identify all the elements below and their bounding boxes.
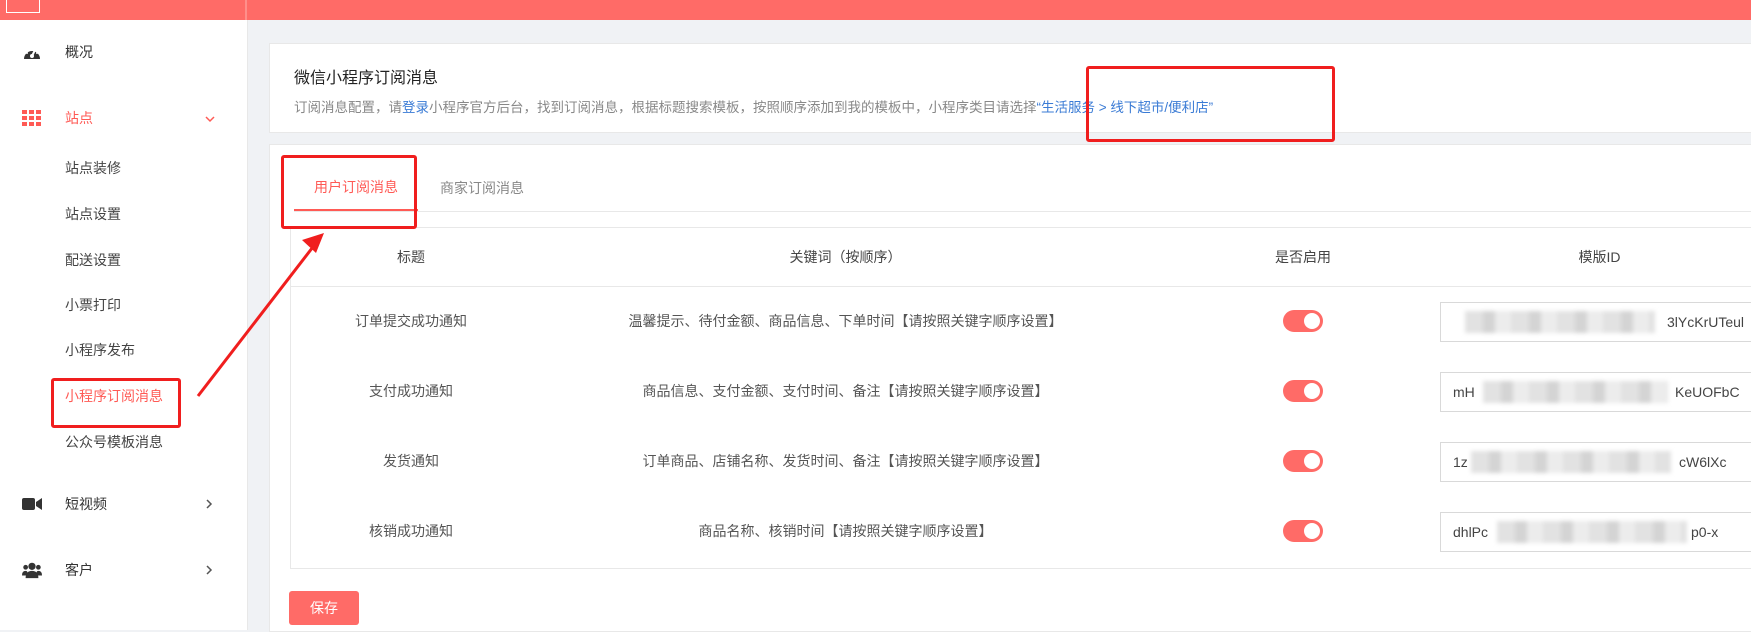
- row-keywords: 商品名称、核销时间【请按照关键字顺序设置】: [698, 523, 993, 539]
- row-title: 订单提交成功通知: [355, 313, 467, 329]
- chevron-right-icon: [205, 496, 213, 512]
- row-title: 发货通知: [383, 453, 439, 469]
- header-keywords: 关键词（按顺序）: [789, 249, 902, 265]
- table-row: 核销成功通知 商品名称、核销时间【请按照关键字顺序设置】 dhlPc p0-x: [291, 496, 1751, 566]
- top-header-bar: [0, 0, 1751, 20]
- table-row: 支付成功通知 商品信息、支付金额、支付时间、备注【请按照关键字顺序设置】 mH …: [291, 356, 1751, 426]
- template-id-input[interactable]: 3lYcKrUTeul: [1440, 302, 1751, 342]
- template-id-suffix: KeUOFbC: [1675, 384, 1740, 400]
- sidebar-item-label: 短视频: [65, 496, 107, 512]
- enable-toggle[interactable]: [1283, 310, 1323, 332]
- page-title: 微信小程序订阅消息: [294, 70, 439, 87]
- sidebar-subitem-miniapp-publish[interactable]: 小程序发布: [0, 334, 247, 366]
- tab-merchant-subscription[interactable]: 商家订阅消息: [432, 165, 532, 211]
- sidebar-item-label: 站点: [65, 110, 93, 126]
- row-keywords: 温馨提示、待付金额、商品信息、下单时间【请按照关键字顺序设置】: [628, 313, 1063, 329]
- table-row: 订单提交成功通知 温馨提示、待付金额、商品信息、下单时间【请按照关键字顺序设置】…: [291, 286, 1751, 356]
- sidebar-subitem-official-template[interactable]: 公众号模板消息: [0, 426, 247, 458]
- enable-toggle[interactable]: [1283, 450, 1323, 472]
- enable-toggle[interactable]: [1283, 380, 1323, 402]
- grid-icon: [22, 108, 42, 128]
- sidebar-subitem-site-settings[interactable]: 站点设置: [0, 198, 247, 230]
- info-card: 微信小程序订阅消息 订阅消息配置，请登录小程序官方后台，找到订阅消息，根据标题搜…: [269, 43, 1751, 133]
- table-row: 发货通知 订单商品、店铺名称、发货时间、备注【请按照关键字顺序设置】 1z cW…: [291, 426, 1751, 496]
- header-template-id: 模版ID: [1578, 249, 1621, 265]
- row-keywords: 商品信息、支付金额、支付时间、备注【请按照关键字顺序设置】: [642, 383, 1049, 399]
- sidebar-subitem-site-decoration[interactable]: 站点装修: [0, 152, 247, 184]
- template-id-suffix: p0-x: [1691, 524, 1719, 540]
- tab-user-subscription[interactable]: 用户订阅消息: [294, 165, 418, 211]
- redaction-blur: [1483, 381, 1668, 403]
- sidebar-subitem-receipt-printing[interactable]: 小票打印: [0, 289, 247, 321]
- save-button[interactable]: 保存: [289, 591, 359, 625]
- row-title: 核销成功通知: [369, 523, 453, 539]
- sidebar-item-overview[interactable]: 概况: [0, 32, 247, 72]
- desc-text: 订阅消息配置，请: [294, 100, 402, 115]
- sidebar-item-short-video[interactable]: 短视频: [0, 484, 247, 524]
- sidebar-subitem-miniapp-subscription[interactable]: 小程序订阅消息: [0, 380, 247, 412]
- row-keywords: 订单商品、店铺名称、发货时间、备注【请按照关键字顺序设置】: [642, 453, 1049, 469]
- sidebar-item-site[interactable]: 站点: [0, 98, 247, 138]
- dashboard-icon: [22, 42, 42, 62]
- template-id-suffix: cW6lXc: [1679, 454, 1727, 470]
- sidebar-subitem-label: 站点装修: [65, 160, 121, 176]
- enable-toggle-cell: [1160, 496, 1446, 566]
- enable-toggle-cell: [1160, 286, 1446, 356]
- login-link[interactable]: 登录: [402, 100, 429, 115]
- sidebar-item-label: 概况: [65, 44, 93, 60]
- subscription-table: 标题 关键词（按顺序） 是否启用 模版ID 订单提交成功通知 温馨提示、待付金额…: [290, 227, 1751, 569]
- video-camera-icon: [22, 494, 42, 514]
- sidebar-subitem-label: 站点设置: [65, 206, 121, 222]
- users-icon: [22, 560, 42, 580]
- sidebar-subitem-label: 配送设置: [65, 252, 121, 268]
- sidebar: 概况 站点 站点装修 站点设置 配送设置 小票打印 小程序发布 小程序订阅消息 …: [0, 20, 248, 630]
- template-id-input[interactable]: dhlPc p0-x: [1440, 512, 1751, 552]
- tab-bar: 用户订阅消息 商家订阅消息: [294, 165, 1751, 212]
- tab-label: 用户订阅消息: [314, 179, 398, 195]
- header-enabled: 是否启用: [1275, 249, 1331, 265]
- chevron-right-icon: [205, 562, 213, 578]
- template-id-prefix: mH: [1453, 384, 1475, 400]
- header-title: 标题: [397, 249, 425, 265]
- template-id-prefix: dhlPc: [1453, 524, 1489, 540]
- template-id-prefix: 1z: [1453, 454, 1468, 470]
- info-description: 订阅消息配置，请登录小程序官方后台，找到订阅消息，根据标题搜索模板，按照顺序添加…: [294, 96, 1213, 116]
- redaction-blur: [1465, 311, 1655, 333]
- row-title: 支付成功通知: [369, 383, 453, 399]
- enable-toggle[interactable]: [1283, 520, 1323, 542]
- sidebar-subitem-label: 小程序订阅消息: [65, 388, 163, 404]
- template-id-suffix: 3lYcKrUTeul: [1667, 314, 1745, 330]
- redaction-blur: [1497, 521, 1687, 543]
- sidebar-item-customers[interactable]: 客户: [0, 550, 247, 590]
- template-id-input[interactable]: 1z cW6lXc: [1440, 442, 1751, 482]
- redaction-blur: [1471, 451, 1671, 473]
- enable-toggle-cell: [1160, 426, 1446, 496]
- sidebar-item-label: 客户: [65, 562, 93, 578]
- category-link: “生活服务 > 线下超市/便利店”: [1036, 100, 1214, 115]
- main-card: 用户订阅消息 商家订阅消息 标题 关键词（按顺序） 是否启用 模版ID 订单提交…: [269, 144, 1751, 632]
- desc-text: 小程序官方后台，找到订阅消息，根据标题搜索模板，按照顺序添加到我的模板中，小程序…: [429, 100, 1037, 115]
- tab-label: 商家订阅消息: [440, 180, 524, 196]
- sidebar-subitem-delivery-settings[interactable]: 配送设置: [0, 244, 247, 276]
- logo: [6, 0, 40, 13]
- logo-area: [0, 0, 247, 20]
- sidebar-subitem-label: 小程序发布: [65, 342, 135, 358]
- sidebar-subitem-label: 公众号模板消息: [65, 434, 163, 450]
- enable-toggle-cell: [1160, 356, 1446, 426]
- sidebar-subitem-label: 小票打印: [65, 297, 121, 313]
- table-header: 标题 关键词（按顺序） 是否启用 模版ID: [291, 228, 1751, 287]
- chevron-down-icon: [205, 110, 215, 126]
- template-id-input[interactable]: mH KeUOFbC: [1440, 372, 1751, 412]
